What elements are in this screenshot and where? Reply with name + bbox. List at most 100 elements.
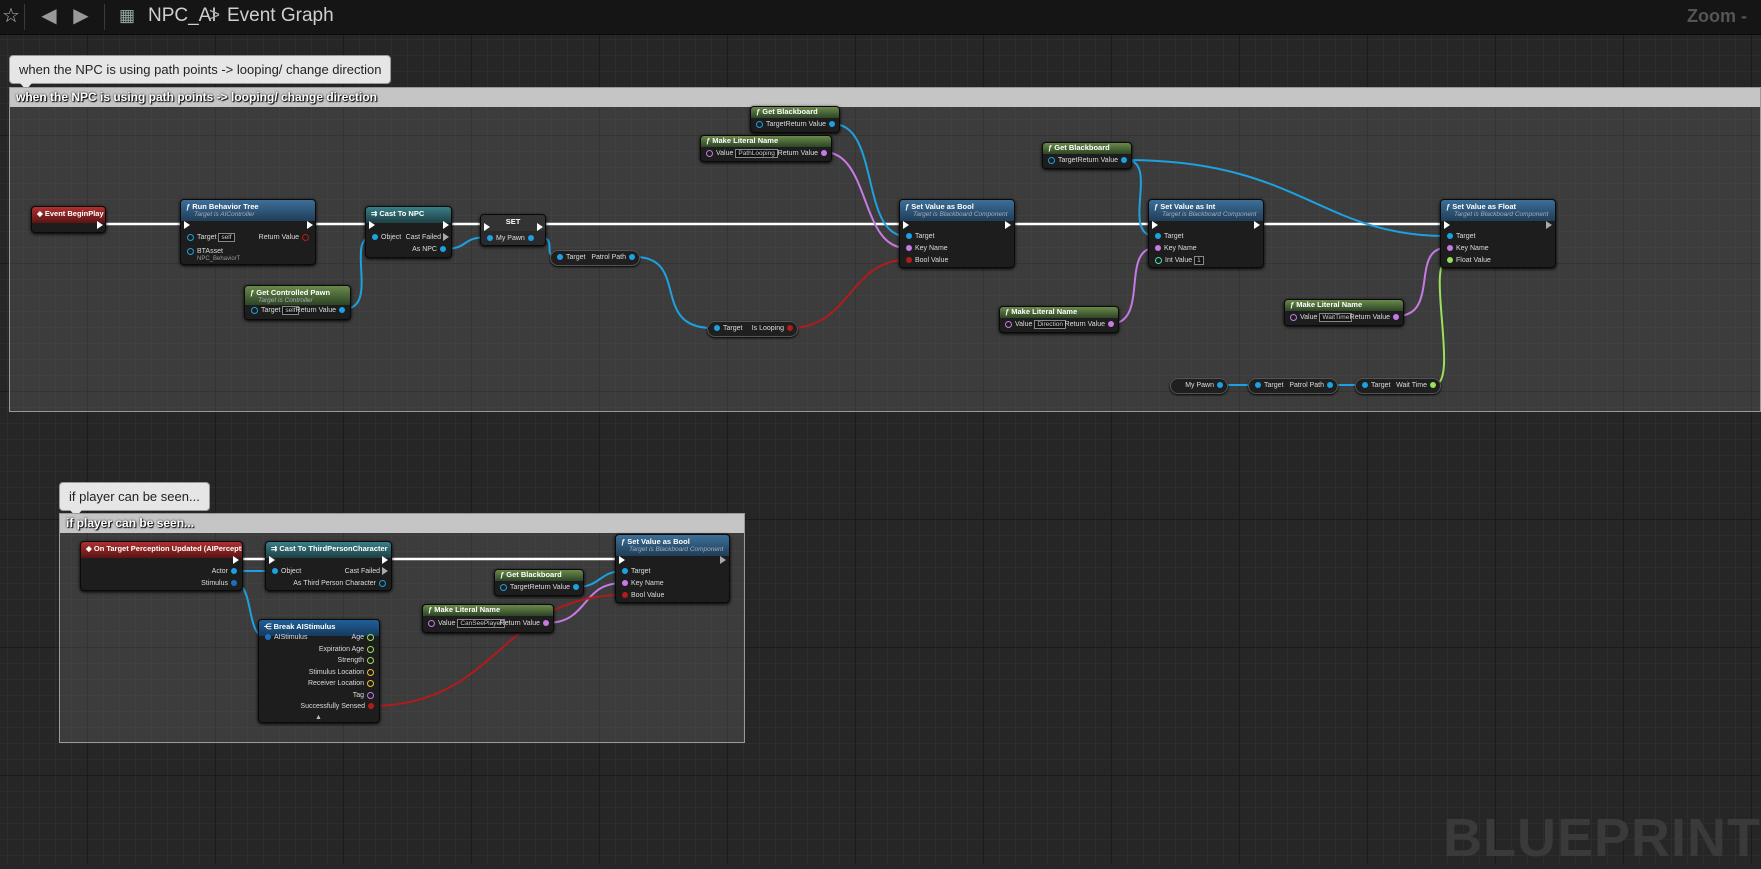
- exec-in-pin[interactable]: [1444, 221, 1450, 230]
- value-pin[interactable]: Value CanSeePlayer: [425, 619, 506, 628]
- return-value-pin[interactable]: Return Value: [778, 149, 830, 158]
- cast-failed-pin[interactable]: Cast Failed: [406, 233, 449, 242]
- pin-default-field[interactable]: WaitTime: [1319, 313, 1353, 322]
- target-pin[interactable]: Target: [1152, 232, 1183, 241]
- is-looping-pin[interactable]: Is Looping: [752, 324, 796, 333]
- target-pin[interactable]: Target: [903, 232, 934, 241]
- comment-bubble[interactable]: when the NPC is using path points -> loo…: [9, 55, 392, 90]
- pin-default-field[interactable]: PathLooping: [735, 149, 778, 158]
- value-pin[interactable]: Value Direction: [1002, 320, 1066, 329]
- pin-default-field[interactable]: Direction: [1034, 320, 1066, 329]
- exec-out-pin[interactable]: [1254, 221, 1260, 230]
- exec-out-pin[interactable]: [443, 221, 449, 230]
- object-pin[interactable]: Object: [369, 233, 401, 242]
- get-blackboard-node[interactable]: ƒ Get Blackboard Target Return Value: [494, 569, 584, 596]
- actor-pin[interactable]: Actor: [212, 567, 240, 576]
- target-pin[interactable]: Target: [554, 253, 585, 262]
- object-pin[interactable]: Object: [269, 567, 301, 576]
- pin-default-field[interactable]: 1: [1194, 256, 1204, 265]
- bool-value-pin[interactable]: Bool Value: [903, 256, 948, 265]
- cast-to-npc-node[interactable]: ⇉ Cast To NPC Object Cast Failed As NPC: [365, 206, 452, 258]
- set-value-as-bool-node[interactable]: ƒ Set Value as Bool Target is Blackboard …: [899, 199, 1015, 268]
- target-pin[interactable]: Target: [1045, 156, 1077, 165]
- aistimulus-pin[interactable]: AIStimulus: [262, 633, 307, 642]
- make-literal-name-node[interactable]: ƒ Make Literal Name Value CanSeePlayer R…: [422, 604, 554, 633]
- exec-in-pin[interactable]: [619, 556, 625, 565]
- back-arrow-icon[interactable]: ◀: [38, 5, 60, 27]
- get-blackboard-node[interactable]: ƒ Get Blackboard Target Return Value: [1042, 142, 1132, 169]
- target-pin[interactable]: Target self: [248, 306, 299, 315]
- exec-out-pin[interactable]: [537, 223, 543, 232]
- set-value-as-int-node[interactable]: ƒ Set Value as Int Target is Blackboard C…: [1148, 199, 1264, 268]
- patrol-path-pin[interactable]: Patrol Path: [591, 253, 638, 262]
- int-value-pin[interactable]: Int Value 1: [1152, 256, 1204, 265]
- forward-arrow-icon[interactable]: ▶: [70, 5, 92, 27]
- exec-out-pin[interactable]: [720, 556, 726, 565]
- patrol-path-getter-node[interactable]: Target Patrol Path: [1248, 378, 1338, 394]
- return-value-pin[interactable]: Return Value: [1078, 156, 1130, 165]
- my-pawn-pin[interactable]: My Pawn: [1185, 381, 1226, 390]
- btasset-dropdown[interactable]: NPC_BehaviorT: [197, 255, 240, 264]
- break-aistimulus-node[interactable]: ⋲ Break AIStimulus AIStimulus Age Expira…: [258, 619, 380, 723]
- stimulus-location-pin[interactable]: Stimulus Location: [309, 668, 377, 677]
- exec-in-pin[interactable]: [484, 223, 490, 232]
- star-icon[interactable]: ☆: [0, 5, 22, 27]
- set-my-pawn-node[interactable]: SET My Pawn: [480, 214, 546, 246]
- run-behavior-tree-node[interactable]: ƒ Run Behavior Tree Target is AIControlle…: [180, 199, 316, 265]
- exec-in-pin[interactable]: [269, 556, 275, 565]
- strength-pin[interactable]: Strength: [338, 656, 377, 665]
- target-pin[interactable]: Target: [753, 120, 785, 129]
- my-pawn-pin[interactable]: My Pawn: [484, 234, 537, 243]
- make-literal-name-node[interactable]: ƒ Make Literal Name Value PathLooping Re…: [700, 135, 832, 162]
- age-pin[interactable]: Age: [352, 633, 377, 642]
- value-pin[interactable]: Value WaitTime: [1287, 313, 1353, 322]
- cast-to-thirdpersoncharacter-node[interactable]: ⇉ Cast To ThirdPersonCharacter Object Ca…: [265, 541, 392, 591]
- as-third-person-character-pin[interactable]: As Third Person Character: [293, 579, 389, 588]
- exec-out-pin[interactable]: [382, 556, 388, 565]
- get-blackboard-node[interactable]: ƒ Get Blackboard Target Return Value: [750, 106, 840, 133]
- return-value-pin[interactable]: Return Value: [530, 583, 582, 592]
- as-npc-pin[interactable]: As NPC: [412, 245, 449, 254]
- target-pin[interactable]: Target: [1444, 232, 1475, 241]
- exec-out-pin[interactable]: [1546, 221, 1552, 230]
- collapse-arrow-icon[interactable]: ▲: [315, 713, 322, 722]
- value-pin[interactable]: Value PathLooping: [703, 149, 778, 158]
- is-looping-getter-node[interactable]: Target Is Looping: [707, 321, 798, 337]
- receiver-location-pin[interactable]: Receiver Location: [308, 679, 377, 688]
- cast-failed-pin[interactable]: Cast Failed: [345, 567, 388, 576]
- successfully-sensed-pin[interactable]: Successfully Sensed: [300, 702, 377, 711]
- comment-title[interactable]: when the NPC is using path points -> loo…: [10, 88, 1760, 107]
- stimulus-pin[interactable]: Stimulus: [201, 579, 240, 588]
- exec-in-pin[interactable]: [369, 221, 375, 230]
- key-name-pin[interactable]: Key Name: [1444, 244, 1489, 253]
- bool-value-pin[interactable]: Bool Value: [619, 591, 664, 600]
- exec-in-pin[interactable]: [903, 221, 909, 230]
- wait-time-pin[interactable]: Wait Time: [1396, 381, 1439, 390]
- breadcrumb-asset[interactable]: NPC_AI: [148, 5, 217, 27]
- make-literal-name-node[interactable]: ƒ Make Literal Name Value Direction Retu…: [999, 306, 1119, 333]
- target-pin[interactable]: Target: [497, 583, 529, 592]
- get-controlled-pawn-node[interactable]: ƒ Get Controlled Pawn Target is Controlle…: [244, 285, 351, 320]
- on-target-perception-updated-node[interactable]: ◆ On Target Perception Updated (AIPercep…: [80, 541, 243, 591]
- target-pin[interactable]: Target: [711, 324, 742, 333]
- target-pin[interactable]: Target: [1252, 381, 1283, 390]
- pin-default-field[interactable]: CanSeePlayer: [457, 619, 506, 628]
- patrol-path-pin[interactable]: Patrol Path: [1289, 381, 1336, 390]
- exec-out-pin[interactable]: [307, 221, 313, 230]
- return-value-pin[interactable]: Return Value: [500, 619, 552, 628]
- return-value-pin[interactable]: Return Value: [786, 120, 838, 129]
- set-value-as-bool-node[interactable]: ƒ Set Value as Bool Target is Blackboard …: [615, 534, 730, 603]
- exec-in-pin[interactable]: [1152, 221, 1158, 230]
- return-value-pin[interactable]: Return Value: [1065, 320, 1117, 329]
- return-value-pin[interactable]: Return Value: [1350, 313, 1402, 322]
- float-value-pin[interactable]: Float Value: [1444, 256, 1491, 265]
- key-name-pin[interactable]: Key Name: [1152, 244, 1197, 253]
- return-value-pin[interactable]: Return Value: [259, 233, 312, 242]
- breadcrumb-graph[interactable]: Event Graph: [227, 5, 334, 27]
- return-value-pin[interactable]: Return Value: [296, 306, 348, 315]
- comment-bubble[interactable]: if player can be seen...: [59, 482, 210, 517]
- event-beginplay-node[interactable]: ◆ Event BeginPlay: [31, 206, 106, 233]
- comment-title[interactable]: if player can be seen...: [60, 514, 744, 533]
- make-literal-name-node[interactable]: ƒ Make Literal Name Value WaitTime Retur…: [1284, 299, 1404, 326]
- my-pawn-getter-node[interactable]: My Pawn: [1170, 378, 1228, 394]
